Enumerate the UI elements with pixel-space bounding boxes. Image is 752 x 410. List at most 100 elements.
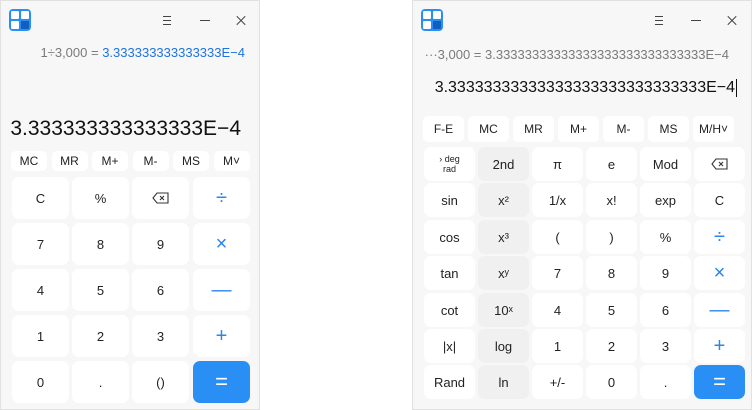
subtract-button[interactable]: —	[193, 269, 250, 311]
cot-button[interactable]: cot	[424, 293, 475, 327]
backspace-icon	[710, 158, 728, 170]
button-label: %	[94, 190, 107, 206]
button-label: x²	[498, 192, 509, 208]
3-button[interactable]: 3	[640, 329, 691, 363]
pi-button[interactable]: π	[532, 147, 583, 181]
cube-button[interactable]: x³	[478, 220, 529, 254]
9-button[interactable]: 9	[640, 256, 691, 290]
9-button[interactable]: 9	[132, 223, 189, 265]
decimal-button[interactable]: .	[72, 361, 129, 403]
menu-icon[interactable]	[648, 9, 670, 31]
subtract-button[interactable]: —	[694, 293, 745, 327]
open-paren-button[interactable]: (	[532, 220, 583, 254]
percent-button[interactable]: %	[72, 177, 129, 219]
factorial-button[interactable]: x!	[586, 183, 637, 217]
3-button[interactable]: 3	[132, 315, 189, 357]
6-button[interactable]: 6	[640, 293, 691, 327]
e-button[interactable]: e	[586, 147, 637, 181]
power-button[interactable]: xʸ	[478, 256, 529, 290]
log-button[interactable]: log	[478, 329, 529, 363]
5-button[interactable]: 5	[72, 269, 129, 311]
0-button[interactable]: 0	[586, 365, 637, 399]
8-button[interactable]: 8	[586, 256, 637, 290]
button-label: |x|	[442, 338, 457, 354]
minimize-icon[interactable]	[194, 9, 216, 31]
sin-button[interactable]: sin	[424, 183, 475, 217]
6-button[interactable]: 6	[132, 269, 189, 311]
c-button[interactable]: C	[694, 183, 745, 217]
equals-button[interactable]: =	[193, 361, 250, 403]
5-button[interactable]: 5	[586, 293, 637, 327]
m-button[interactable]: M-	[132, 151, 169, 171]
8-button[interactable]: 8	[72, 223, 129, 265]
menu-icon[interactable]	[156, 9, 178, 31]
0-button[interactable]: 0	[12, 361, 69, 403]
button-label: M-	[143, 154, 158, 168]
4-button[interactable]: 4	[532, 293, 583, 327]
second-button[interactable]: 2nd	[478, 147, 529, 181]
memory-dropdown-button[interactable]: M˅	[213, 151, 250, 171]
equals-button[interactable]: =	[694, 365, 745, 399]
cos-button[interactable]: cos	[424, 220, 475, 254]
add-button[interactable]: +	[694, 329, 745, 363]
ms-button[interactable]: MS	[173, 151, 209, 171]
close-paren-button[interactable]: )	[586, 220, 637, 254]
1-button[interactable]: 1	[532, 329, 583, 363]
button-label: sin	[441, 192, 458, 208]
rand-button[interactable]: Rand	[424, 365, 475, 399]
percent-button[interactable]: %	[640, 220, 691, 254]
c-button[interactable]: C	[12, 177, 69, 219]
deg-rad-button[interactable]: › deg rad	[424, 147, 475, 181]
f-e-button[interactable]: F-E	[423, 116, 464, 142]
2-button[interactable]: 2	[72, 315, 129, 357]
ten-power-button[interactable]: 10ˣ	[478, 293, 529, 327]
m-button[interactable]: M-	[603, 116, 644, 142]
mc-button[interactable]: MC	[11, 151, 47, 171]
button-label: MC	[19, 154, 39, 168]
exp-button[interactable]: exp	[640, 183, 691, 217]
button-label: 2	[96, 328, 105, 344]
minimize-icon[interactable]	[685, 9, 707, 31]
backspace-button[interactable]	[694, 147, 745, 181]
1-button[interactable]: 1	[12, 315, 69, 357]
2-button[interactable]: 2	[586, 329, 637, 363]
7-button[interactable]: 7	[532, 256, 583, 290]
mh-dropdown-button[interactable]: M/H˅	[693, 116, 734, 142]
button-label: +/-	[549, 374, 566, 390]
backspace-icon	[151, 192, 169, 204]
mr-button[interactable]: MR	[51, 151, 88, 171]
expression-history: ···3,000 = 3.333333333333333333333333333…	[424, 47, 729, 62]
close-icon[interactable]	[230, 9, 252, 31]
parentheses-button[interactable]: ()	[132, 361, 189, 403]
button-label: —	[211, 278, 232, 301]
button-label: 8	[607, 265, 616, 281]
ln-button[interactable]: ln	[478, 365, 529, 399]
multiply-button[interactable]: ×	[193, 223, 250, 265]
7-button[interactable]: 7	[12, 223, 69, 265]
square-button[interactable]: x²	[478, 183, 529, 217]
tan-button[interactable]: tan	[424, 256, 475, 290]
4-button[interactable]: 4	[12, 269, 69, 311]
ms-button[interactable]: MS	[648, 116, 689, 142]
add-button[interactable]: +	[193, 315, 250, 357]
backspace-button[interactable]	[132, 177, 189, 219]
abs-button[interactable]: |x|	[424, 329, 475, 363]
button-label: .	[663, 374, 668, 390]
reciprocal-button[interactable]: 1/x	[532, 183, 583, 217]
divide-button[interactable]: ÷	[694, 220, 745, 254]
button-label: x!	[606, 192, 617, 208]
mr-button[interactable]: MR	[513, 116, 554, 142]
negate-button[interactable]: +/-	[532, 365, 583, 399]
button-label: 5	[96, 282, 105, 298]
m-button[interactable]: M+	[558, 116, 599, 142]
scientific-calculator-window: ···3,000 = 3.333333333333333333333333333…	[412, 0, 752, 410]
m-button[interactable]: M+	[92, 151, 128, 171]
button-label: ()	[156, 374, 165, 390]
mc-button[interactable]: MC	[468, 116, 509, 142]
divide-button[interactable]: ÷	[193, 177, 250, 219]
button-label: 8	[96, 236, 105, 252]
close-icon[interactable]	[721, 9, 743, 31]
mod-button[interactable]: Mod	[640, 147, 691, 181]
multiply-button[interactable]: ×	[694, 256, 745, 290]
decimal-button[interactable]: .	[640, 365, 691, 399]
